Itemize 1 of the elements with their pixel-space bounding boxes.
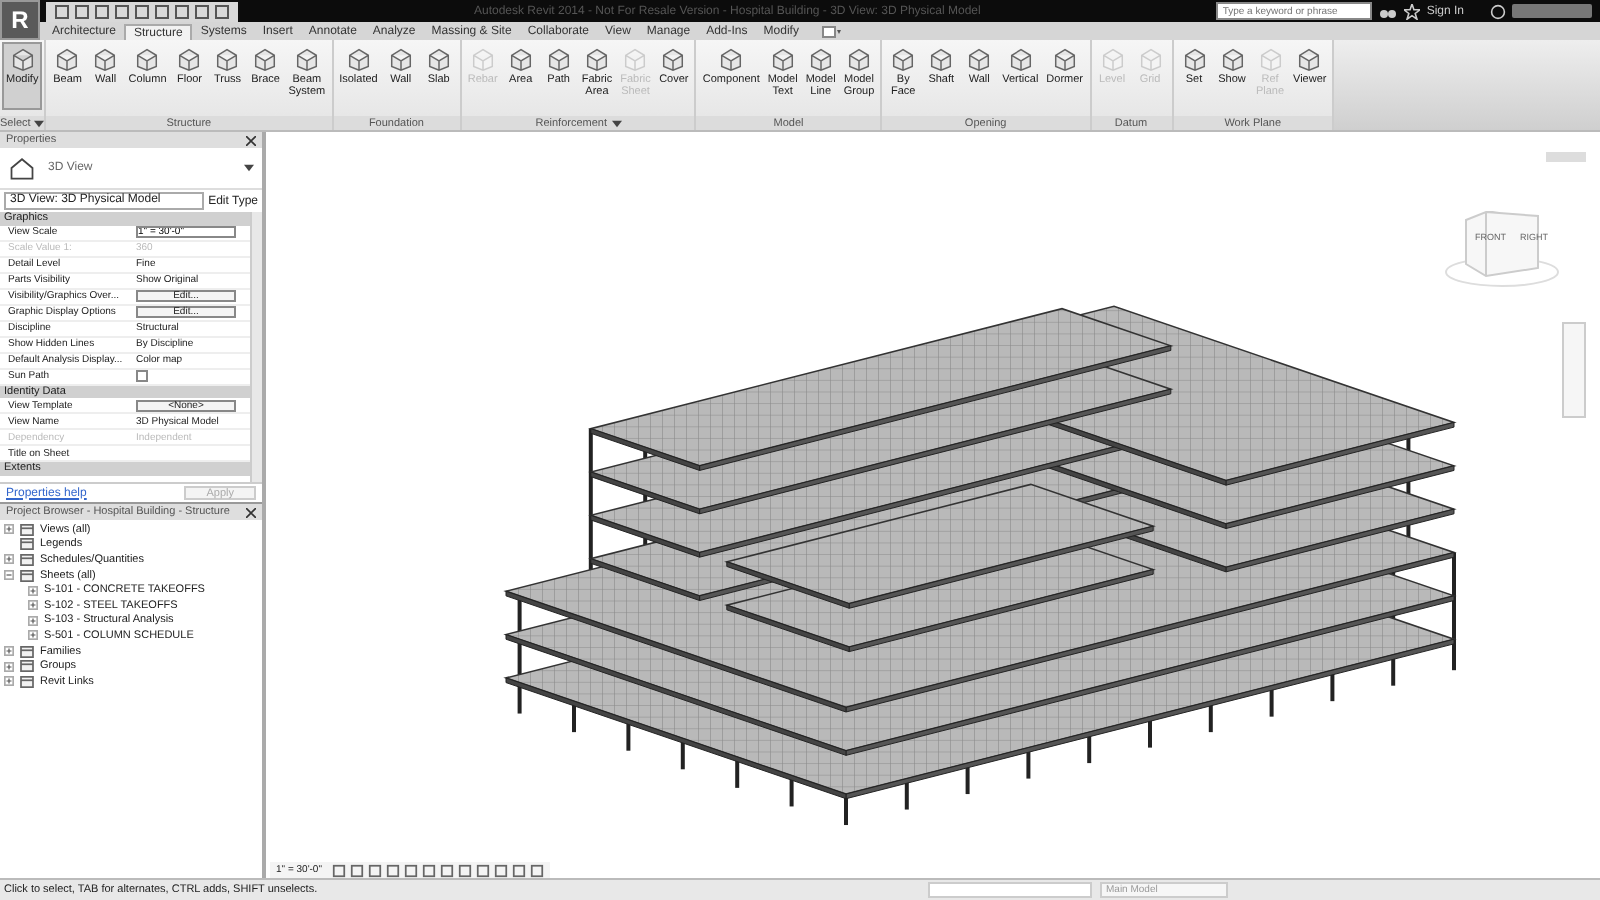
app-menu-button[interactable]: R (0, 0, 40, 40)
